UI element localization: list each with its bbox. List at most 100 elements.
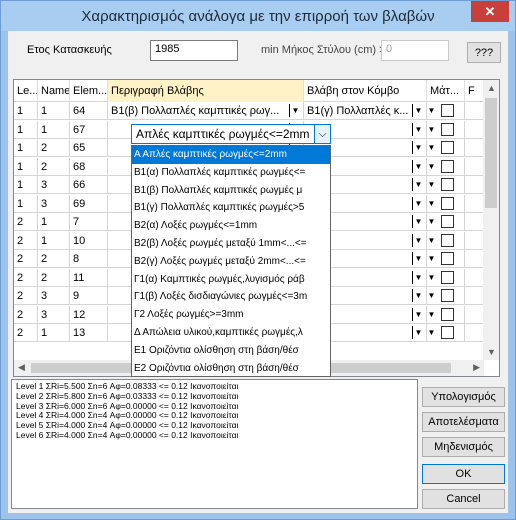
arrow-left-icon[interactable]: ◀ xyxy=(18,362,25,373)
combo-value[interactable]: Απλές καμπτικές ρωγμές<=2mm xyxy=(136,127,310,141)
level-cell[interactable]: 1 xyxy=(14,139,38,157)
name-cell[interactable]: 2 xyxy=(38,157,70,176)
chevron-down-icon[interactable]: ▼ xyxy=(427,326,437,339)
level-cell[interactable]: 1 xyxy=(14,102,38,120)
name-cell[interactable]: 2 xyxy=(38,139,70,157)
level-cell[interactable]: 2 xyxy=(14,287,38,305)
dropdown-option[interactable]: Ε2 Οριζόντια ολίσθηση στη βάση/θέσ xyxy=(132,360,330,376)
name-cell[interactable]: 3 xyxy=(38,194,70,213)
elem-cell[interactable]: 9 xyxy=(70,287,108,305)
elem-cell[interactable]: 64 xyxy=(70,102,108,120)
chevron-down-icon[interactable]: ▼ xyxy=(427,215,437,228)
level-cell[interactable]: 2 xyxy=(14,213,38,231)
level-cell[interactable]: 2 xyxy=(14,268,38,287)
f-cell[interactable] xyxy=(465,194,484,213)
dropdown-option[interactable]: Β1(γ) Πολλαπλές καμπτικές ρωγμές>5 xyxy=(132,199,330,217)
checkbox[interactable] xyxy=(441,289,454,302)
name-cell[interactable]: 3 xyxy=(38,305,70,324)
calculate-button[interactable]: Υπολογισμός xyxy=(422,387,505,407)
f-cell[interactable] xyxy=(465,250,484,268)
checkbox[interactable] xyxy=(441,159,454,173)
chevron-down-icon[interactable]: ▼ xyxy=(412,215,424,228)
mat-cell[interactable]: ▼ xyxy=(427,176,465,194)
level-cell[interactable]: 2 xyxy=(14,250,38,268)
elem-cell[interactable]: 65 xyxy=(70,139,108,157)
chevron-down-icon[interactable]: ▼ xyxy=(412,141,424,154)
name-cell[interactable]: 3 xyxy=(38,176,70,194)
grid-vertical-scrollbar[interactable]: ▲ ▼ xyxy=(483,80,499,360)
column-header-mat[interactable]: Μάτ... xyxy=(427,80,465,102)
arrow-right-icon[interactable]: ▶ xyxy=(473,362,480,373)
checkbox[interactable] xyxy=(441,104,454,117)
chevron-down-icon[interactable]: ▼ xyxy=(412,326,424,339)
ok-button[interactable]: OK xyxy=(422,464,505,484)
help-button[interactable]: ??? xyxy=(467,42,501,63)
elem-cell[interactable]: 66 xyxy=(70,176,108,194)
construction-year-input[interactable]: 1985 xyxy=(150,40,238,61)
name-cell[interactable]: 1 xyxy=(38,120,70,139)
elem-cell[interactable]: 8 xyxy=(70,250,108,268)
elem-cell[interactable]: 69 xyxy=(70,194,108,213)
mat-cell[interactable]: ▼ xyxy=(427,120,465,139)
level-cell[interactable]: 2 xyxy=(14,324,38,342)
chevron-down-icon[interactable]: ▼ xyxy=(412,233,424,247)
dropdown-option[interactable]: Ε1 Οριζόντια ολίσθηση στη βάση/θέσ xyxy=(132,342,330,360)
column-header-node-damage[interactable]: Βλάβη στον Κόμβο xyxy=(304,80,427,102)
chevron-down-icon[interactable]: ▼ xyxy=(412,289,424,302)
arrow-down-icon[interactable]: ▼ xyxy=(487,347,496,357)
mat-cell[interactable]: ▼ xyxy=(427,287,465,305)
min-column-length-input[interactable]: 0 xyxy=(381,40,449,61)
mat-cell[interactable]: ▼ xyxy=(427,305,465,324)
column-header-f[interactable]: F xyxy=(465,80,484,102)
elem-cell[interactable]: 11 xyxy=(70,268,108,287)
chevron-down-icon[interactable]: ▼ xyxy=(412,307,424,321)
f-cell[interactable] xyxy=(465,324,484,342)
mat-cell[interactable]: ▼ xyxy=(427,213,465,231)
damage-description-cell[interactable]: Β1(β) Πολλαπλές καμπτικές ρωγ... ▼ xyxy=(108,102,304,120)
f-cell[interactable] xyxy=(465,231,484,250)
chevron-down-icon[interactable]: ▼ xyxy=(427,197,437,210)
column-header-name[interactable]: Name xyxy=(38,80,70,102)
mat-cell[interactable]: ▼ xyxy=(427,250,465,268)
dropdown-option[interactable]: Α Απλές καμπτικές ρωγμές<=2mm xyxy=(132,146,330,164)
arrow-up-icon[interactable]: ▲ xyxy=(487,83,496,93)
level-cell[interactable]: 2 xyxy=(14,231,38,250)
elem-cell[interactable]: 7 xyxy=(70,213,108,231)
chevron-down-icon[interactable]: ▼ xyxy=(412,252,424,265)
dropdown-option[interactable]: Β1(α) Πολλαπλές καμπτικές ρωγμές<= xyxy=(132,164,330,182)
mat-cell[interactable]: ▼ xyxy=(427,194,465,213)
node-damage-cell[interactable]: Β1(γ) Πολλαπλές κ... ▼ xyxy=(304,102,427,120)
checkbox[interactable] xyxy=(441,215,454,228)
checkbox[interactable] xyxy=(441,141,454,154)
chevron-down-icon[interactable]: ▼ xyxy=(427,123,437,136)
chevron-down-icon[interactable]: ▼ xyxy=(412,196,424,210)
dropdown-option[interactable]: Β1(β) Πολλαπλές καμπτικές ρωγμές μ xyxy=(132,182,330,200)
mat-cell[interactable]: ▼ xyxy=(427,157,465,176)
dropdown-option[interactable]: Δ Απώλεια υλικού,καμπτικές ρωγμές,λ xyxy=(132,324,330,342)
chevron-down-icon[interactable]: ▼ xyxy=(412,159,424,173)
mat-cell[interactable]: ▼ xyxy=(427,268,465,287)
chevron-down-icon[interactable]: ▼ xyxy=(427,308,437,321)
name-cell[interactable]: 3 xyxy=(38,287,70,305)
chevron-down-icon[interactable]: ▼ xyxy=(427,234,437,247)
reset-button[interactable]: Μηδενισμός xyxy=(422,437,505,457)
elem-cell[interactable]: 12 xyxy=(70,305,108,324)
title-bar[interactable]: Χαρακτηρισμός ανάλογα με την επιρροή των… xyxy=(1,1,515,31)
level-cell[interactable]: 1 xyxy=(14,194,38,213)
chevron-down-icon[interactable]: ▼ xyxy=(427,178,437,191)
name-cell[interactable]: 2 xyxy=(38,250,70,268)
checkbox[interactable] xyxy=(441,233,454,247)
elem-cell[interactable]: 67 xyxy=(70,120,108,139)
chevron-down-icon[interactable]: ▼ xyxy=(412,122,424,136)
chevron-down-icon[interactable]: ▼ xyxy=(427,252,437,265)
chevron-down-icon[interactable]: ▼ xyxy=(427,271,437,284)
results-text-area[interactable]: Level 1 ΣRi=5.500 Σn=6 Αφ=0.08333 <= 0.1… xyxy=(11,379,418,509)
f-cell[interactable] xyxy=(465,305,484,324)
elem-cell[interactable]: 10 xyxy=(70,231,108,250)
checkbox[interactable] xyxy=(441,326,454,339)
checkbox[interactable] xyxy=(441,196,454,210)
dropdown-option[interactable]: Β2(γ) Λοξές ρωγμές μεταξύ 2mm<...<= xyxy=(132,253,330,271)
f-cell[interactable] xyxy=(465,268,484,287)
elem-cell[interactable]: 13 xyxy=(70,324,108,342)
mat-cell[interactable]: ▼ xyxy=(427,231,465,250)
